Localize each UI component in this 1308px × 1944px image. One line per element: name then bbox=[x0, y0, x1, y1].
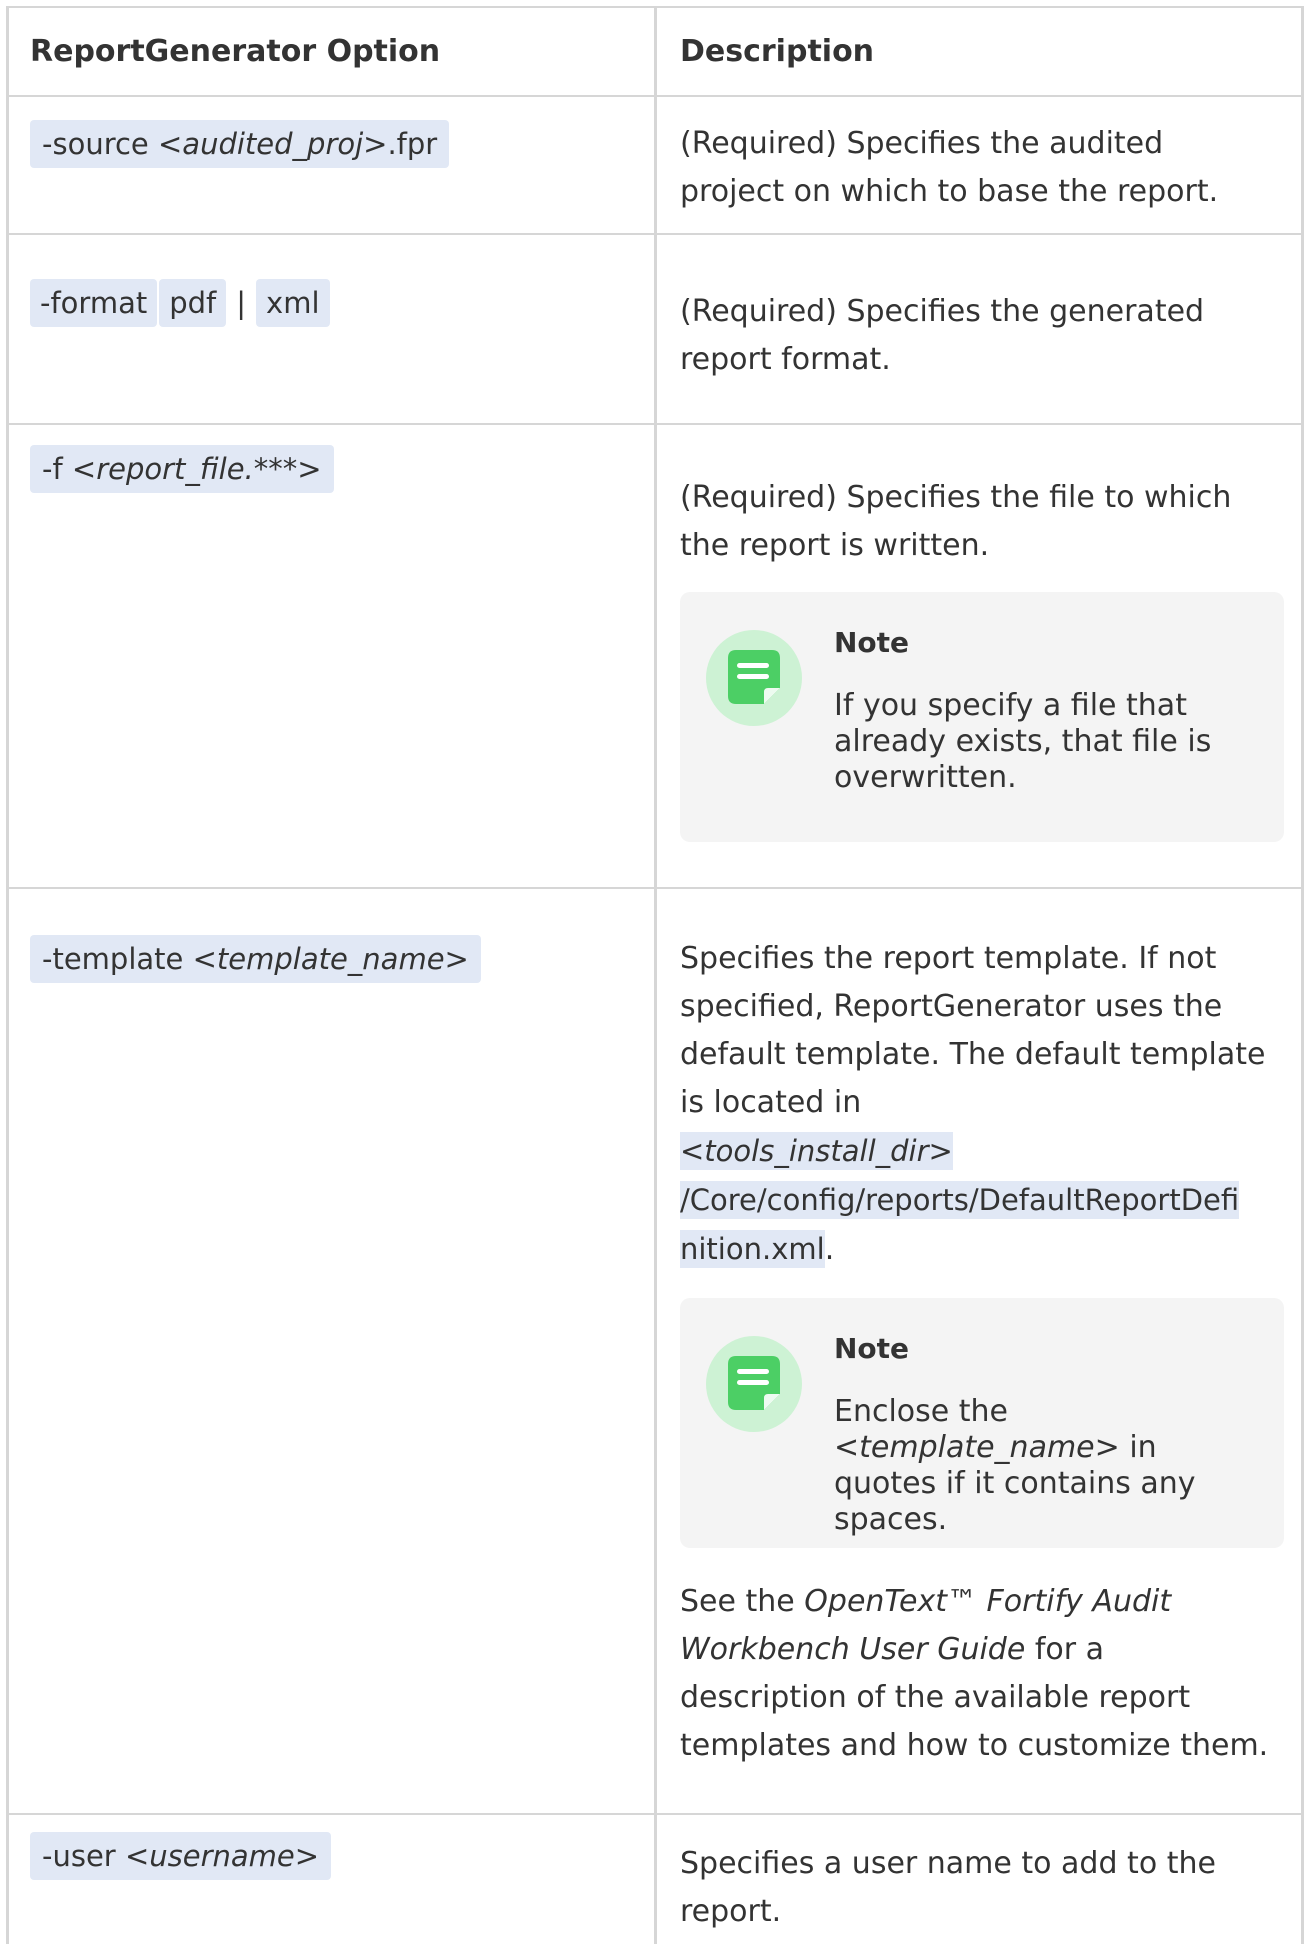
table-row-user-option: -user <username> bbox=[30, 1832, 332, 1880]
option-code: -user <username> bbox=[30, 1832, 332, 1880]
note-box: Note If you specify a file that already … bbox=[680, 592, 1284, 842]
note-title: Note bbox=[834, 1332, 910, 1365]
path-code: nition.xml bbox=[680, 1230, 825, 1268]
option-code: -template <template_name> bbox=[30, 935, 481, 983]
table-border-top bbox=[6, 6, 1304, 8]
table-row-format-description: (Required) Specifies the generated repor… bbox=[680, 294, 1205, 377]
option-code: -format bbox=[30, 279, 158, 327]
row-divider bbox=[6, 95, 1304, 97]
note-icon bbox=[706, 630, 802, 726]
row-divider bbox=[6, 423, 1304, 425]
note-box: Note Enclose the <template_name> in quot… bbox=[680, 1298, 1284, 1548]
value-xml: xml bbox=[256, 279, 330, 327]
value-pdf: pdf bbox=[159, 279, 227, 327]
table-border-right bbox=[1301, 6, 1304, 1944]
table-row-source-option: -source <audited_proj>.fpr bbox=[30, 120, 450, 168]
table-row-template-see-also: See the OpenText™ Fortify Audit Workbenc… bbox=[680, 1584, 1269, 1763]
option-code: -source <audited_proj>.fpr bbox=[30, 120, 450, 168]
table-row-template-option: -template <template_name> bbox=[30, 935, 481, 983]
path-code: <tools_install_dir> bbox=[680, 1132, 953, 1170]
table-border-left bbox=[6, 6, 9, 1944]
row-divider bbox=[6, 1813, 1304, 1815]
note-icon bbox=[706, 1336, 802, 1432]
note-title: Note bbox=[834, 626, 910, 659]
column-divider bbox=[654, 6, 657, 1944]
table-row-f-option: -f <report_file.***> bbox=[30, 445, 334, 493]
separator: | bbox=[236, 286, 247, 320]
options-table: ReportGenerator Option Description -sour… bbox=[6, 6, 1304, 1944]
table-row-template-description: Specifies the report template. If not sp… bbox=[680, 941, 1266, 1268]
header-option: ReportGenerator Option bbox=[30, 34, 441, 69]
table-row-source-description: (Required) Specifies the audited project… bbox=[680, 126, 1219, 209]
path-code: /Core/config/reports/DefaultReportDefi bbox=[680, 1181, 1240, 1219]
option-code: -f <report_file.***> bbox=[30, 445, 334, 493]
table-row-f-description: (Required) Specifies the file to which t… bbox=[680, 480, 1232, 563]
row-divider bbox=[6, 887, 1304, 889]
note-body: If you specify a file that already exist… bbox=[834, 688, 1212, 795]
note-body: Enclose the <template_name> in quotes if… bbox=[834, 1394, 1196, 1537]
row-divider bbox=[6, 233, 1304, 235]
header-description: Description bbox=[680, 34, 875, 69]
table-row-format-option: -format pdf | xml bbox=[30, 279, 330, 327]
table-row-user-description: Specifies a user name to add to the repo… bbox=[680, 1846, 1216, 1929]
